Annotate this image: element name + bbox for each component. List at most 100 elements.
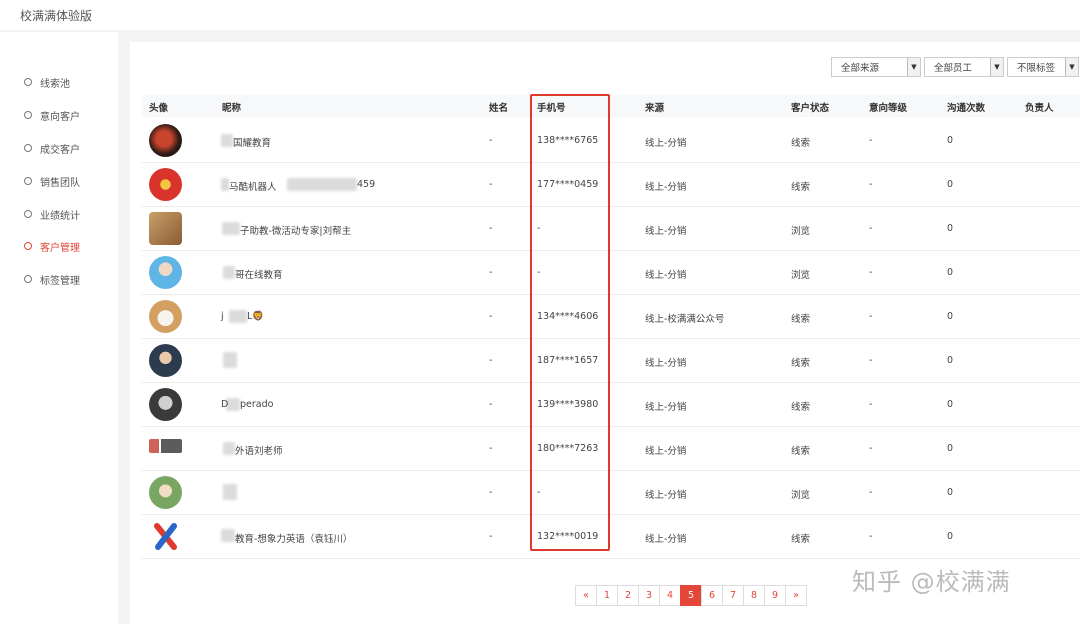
table-row[interactable] <box>142 339 1080 383</box>
pagination: « 1 2 3 4 5 6 7 8 9 » <box>575 585 807 606</box>
phone-cell: 180****7263 <box>537 443 599 454</box>
page-button-4[interactable]: 4 <box>659 585 681 606</box>
name-cell: - <box>489 487 493 498</box>
intent-level-cell: - <box>869 487 873 498</box>
source-cell: 线上-分销 <box>645 534 687 545</box>
staff-filter-value: 全部员工 <box>934 63 973 74</box>
page-button-3[interactable]: 3 <box>638 585 660 606</box>
col-header-owner: 负责人 <box>1025 103 1054 114</box>
nickname: D <box>221 399 229 410</box>
avatar <box>149 212 182 245</box>
table-row[interactable] <box>142 383 1080 427</box>
name-cell: - <box>489 135 493 146</box>
redaction-blur <box>221 134 233 147</box>
table-row[interactable] <box>142 119 1080 163</box>
nickname: 教育-想象力英语（袁钰川） <box>235 534 353 545</box>
intent-level-cell: - <box>869 531 873 542</box>
intent-level-cell: - <box>869 399 873 410</box>
sidebar-item-customer-management[interactable]: 客户管理 <box>0 232 118 260</box>
nickname: j <box>221 311 224 322</box>
source-cell: 线上-校满满公众号 <box>645 314 725 325</box>
col-header-phone: 手机号 <box>537 103 566 114</box>
phone-cell: - <box>537 267 541 278</box>
intent-level-cell: - <box>869 355 873 366</box>
source-cell: 线上-分销 <box>645 402 687 413</box>
name-cell: - <box>489 311 493 322</box>
sidebar-item-label: 成交客户 <box>40 144 80 156</box>
redaction-blur <box>222 222 240 235</box>
contact-count-cell: 0 <box>947 531 954 542</box>
phone-cell: 139****3980 <box>537 399 599 410</box>
status-cell: 线索 <box>791 534 811 545</box>
top-bar: 校满满体验版 <box>0 0 1080 30</box>
page-button-9[interactable]: 9 <box>764 585 786 606</box>
contact-count-cell: 0 <box>947 443 954 454</box>
sidebar-item-intent-customers[interactable]: 意向客户 <box>0 101 118 129</box>
phone-cell: 132****0019 <box>537 531 599 542</box>
circle-icon <box>24 210 32 218</box>
phone-cell: - <box>537 487 541 498</box>
source-cell: 线上-分销 <box>645 358 687 369</box>
page-button-8[interactable]: 8 <box>743 585 765 606</box>
avatar <box>149 388 182 421</box>
nickname: 子助教-微活动专家|刘帮主 <box>240 226 352 237</box>
brand-logo-icon <box>154 523 177 550</box>
page-next-button[interactable]: » <box>785 585 807 606</box>
nickname: 国耀教育 <box>233 138 272 149</box>
page-button-6[interactable]: 6 <box>701 585 723 606</box>
source-cell: 线上-分销 <box>645 446 687 457</box>
redaction-blur <box>229 310 247 323</box>
col-header-nickname: 昵称 <box>222 103 242 114</box>
page-button-1[interactable]: 1 <box>596 585 618 606</box>
col-header-contact-count: 沟通次数 <box>947 103 986 114</box>
sidebar-item-clue-pool[interactable]: 线索池 <box>0 68 118 96</box>
sidebar-item-sales-team[interactable]: 销售团队 <box>0 167 118 195</box>
app-title: 校满满体验版 <box>20 9 93 23</box>
source-cell: 线上-分销 <box>645 490 687 501</box>
sidebar-item-tag-management[interactable]: 标签管理 <box>0 265 118 293</box>
circle-icon <box>24 177 32 185</box>
intent-level-cell: - <box>869 179 873 190</box>
phone-cell: 177****0459 <box>537 179 599 190</box>
redaction-blur <box>223 352 237 368</box>
intent-level-cell: - <box>869 223 873 234</box>
table-row[interactable] <box>142 163 1080 207</box>
contact-count-cell: 0 <box>947 135 954 146</box>
table-row[interactable] <box>142 295 1080 339</box>
sidebar-item-label: 业绩统计 <box>40 210 80 222</box>
page-button-2[interactable]: 2 <box>617 585 639 606</box>
source-filter-select[interactable]: 全部来源 ▼ <box>831 57 921 77</box>
status-cell: 浏览 <box>791 270 811 281</box>
contact-count-cell: 0 <box>947 179 954 190</box>
phone-cell: - <box>537 223 541 234</box>
source-cell: 线上-分销 <box>645 138 687 149</box>
chevron-down-icon: ▼ <box>990 58 1003 76</box>
page-button-7[interactable]: 7 <box>722 585 744 606</box>
sidebar: 线索池 意向客户 成交客户 销售团队 业绩统计 客户管理 标签管理 <box>0 32 118 624</box>
avatar <box>149 476 182 509</box>
status-cell: 线索 <box>791 314 811 325</box>
avatar <box>149 124 182 157</box>
name-cell: - <box>489 223 493 234</box>
sidebar-item-deal-customers[interactable]: 成交客户 <box>0 134 118 162</box>
status-cell: 线索 <box>791 182 811 193</box>
avatar <box>149 344 182 377</box>
staff-filter-select[interactable]: 全部员工 ▼ <box>924 57 1004 77</box>
circle-icon <box>24 275 32 283</box>
sidebar-item-label: 标签管理 <box>40 275 80 287</box>
status-cell: 线索 <box>791 402 811 413</box>
status-cell: 线索 <box>791 138 811 149</box>
page-button-5-current[interactable]: 5 <box>680 585 702 606</box>
phone-cell: 187****1657 <box>537 355 599 366</box>
name-cell: - <box>489 399 493 410</box>
status-cell: 线索 <box>791 446 811 457</box>
table-row[interactable] <box>142 471 1080 515</box>
page-prev-button[interactable]: « <box>575 585 597 606</box>
tag-filter-select[interactable]: 不限标签 ▼ <box>1007 57 1079 77</box>
col-header-status: 客户状态 <box>791 103 830 114</box>
intent-level-cell: - <box>869 135 873 146</box>
sidebar-item-label: 线索池 <box>40 78 70 90</box>
circle-icon <box>24 78 32 86</box>
source-filter-value: 全部来源 <box>841 63 880 74</box>
sidebar-item-performance[interactable]: 业绩统计 <box>0 200 118 228</box>
